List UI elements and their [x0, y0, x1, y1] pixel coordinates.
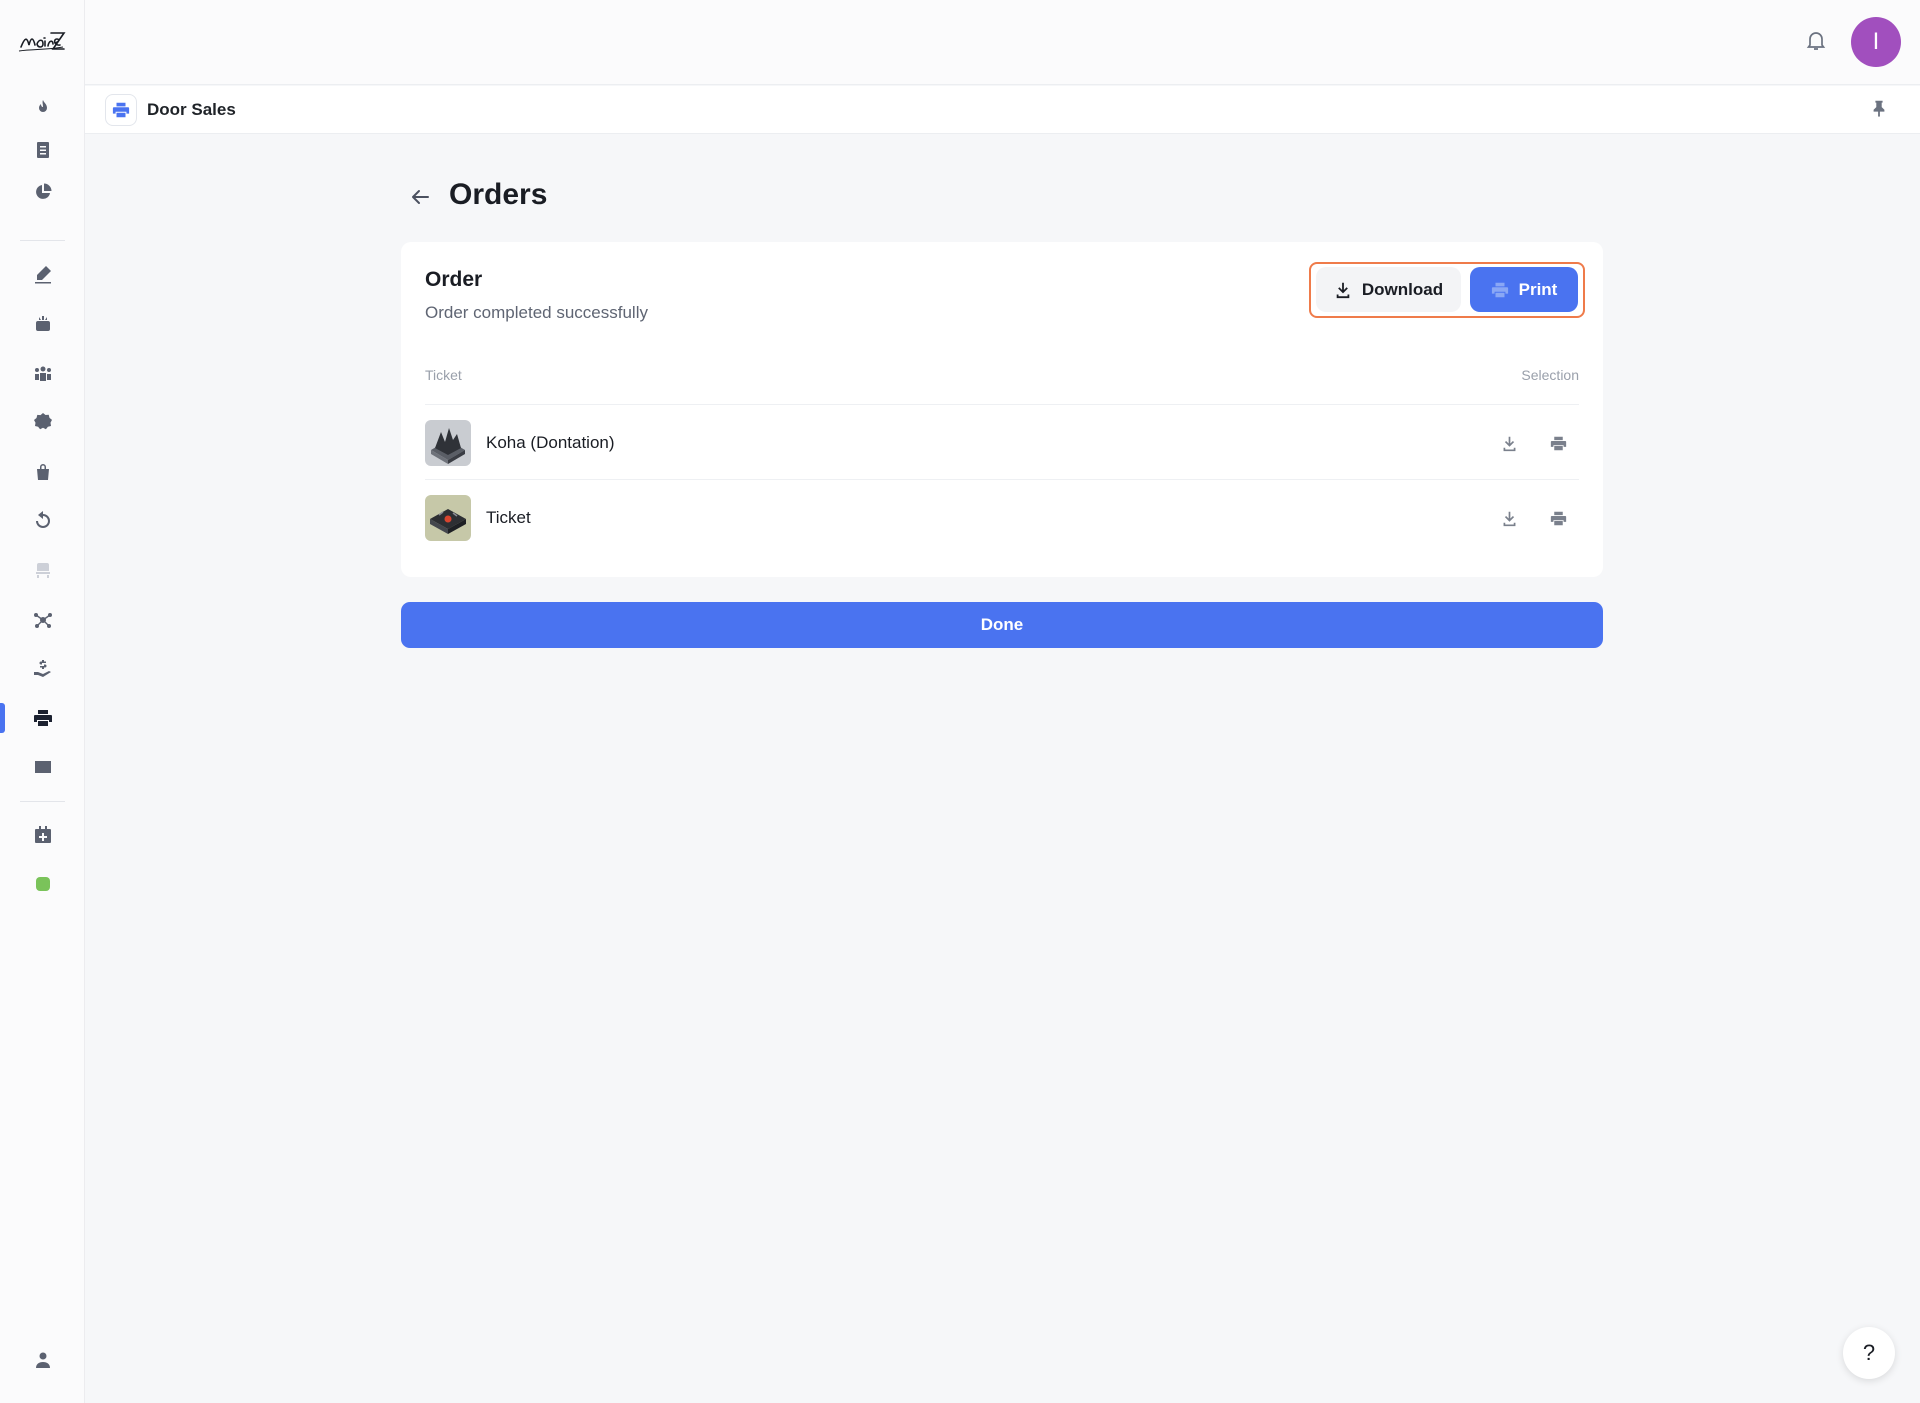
row-divider — [425, 479, 1579, 480]
back-button[interactable] — [405, 182, 435, 212]
pin-button[interactable] — [1870, 99, 1892, 121]
row-divider — [425, 404, 1579, 405]
refund-icon — [35, 511, 50, 528]
fire-icon — [38, 100, 47, 112]
sidebar-status-indicator — [0, 862, 85, 906]
order-actions: Download Print — [1309, 262, 1585, 318]
sidebar-item-payouts[interactable] — [0, 647, 85, 691]
column-header-ticket: Ticket — [425, 367, 462, 383]
ticket-download-button[interactable] — [1497, 506, 1521, 530]
sidebar-item-edit[interactable] — [0, 252, 85, 296]
pie-chart-icon — [35, 183, 51, 199]
network-icon — [33, 613, 52, 628]
sidebar-item-attendees[interactable] — [0, 352, 85, 396]
bell-icon — [1806, 32, 1826, 50]
ticket-thumbnail — [425, 420, 471, 466]
ticket-print-button[interactable] — [1546, 506, 1570, 530]
calendar-add-icon — [34, 826, 51, 843]
download-button[interactable]: Download — [1316, 267, 1461, 312]
ticket-print-button[interactable] — [1546, 431, 1570, 455]
download-icon — [1503, 436, 1515, 451]
printer-icon — [1550, 511, 1566, 525]
page-subheader: Door Sales — [85, 86, 1920, 134]
sidebar-item-door-sales[interactable] — [0, 696, 85, 740]
robot-icon — [35, 316, 50, 331]
sidebar-item-integrations[interactable] — [0, 598, 85, 642]
print-label: Print — [1518, 279, 1558, 299]
printer-icon — [1550, 436, 1566, 450]
help-button[interactable]: ? — [1843, 1327, 1895, 1379]
page-title: Orders — [449, 178, 548, 211]
edit-pencil-icon — [34, 266, 51, 284]
ticket-name: Koha (Dontation) — [486, 433, 615, 452]
printer-icon — [112, 102, 130, 118]
sidebar-item-messages[interactable] — [0, 745, 85, 789]
sidebar-item-discounts[interactable] — [0, 400, 85, 444]
shopping-bag-icon — [36, 464, 49, 480]
sidebar-item-shop[interactable] — [0, 450, 85, 494]
order-card: Order Order completed successfully Downl… — [401, 242, 1603, 577]
ticket-download-button[interactable] — [1497, 431, 1521, 455]
table-row: Koha (Dontation) — [425, 412, 1579, 472]
sidebar — [0, 0, 85, 1403]
door-sales-badge — [105, 94, 137, 126]
user-icon — [35, 1352, 50, 1368]
sidebar-item-account[interactable] — [0, 1338, 85, 1382]
done-button[interactable]: Done — [401, 602, 1603, 648]
order-title: Order — [425, 268, 483, 291]
ticket-thumbnail — [425, 495, 471, 541]
sidebar-item-seating[interactable] — [0, 548, 85, 592]
ticket-name: Ticket — [486, 508, 531, 527]
avatar[interactable]: I — [1851, 17, 1901, 67]
download-label: Download — [1361, 279, 1444, 299]
group-icon — [34, 366, 51, 381]
sidebar-item-reports[interactable] — [0, 128, 85, 172]
print-button[interactable]: Print — [1470, 267, 1578, 312]
column-header-selection: Selection — [1521, 367, 1579, 383]
sidebar-item-new-event[interactable] — [0, 813, 85, 857]
top-header: I — [85, 0, 1920, 85]
sidebar-item-dashboard[interactable] — [0, 86, 85, 130]
status-dot-icon — [35, 877, 50, 891]
sidebar-item-refunds[interactable] — [0, 499, 85, 543]
mail-icon — [34, 761, 51, 773]
sidebar-divider — [20, 240, 65, 241]
download-icon — [1503, 511, 1515, 526]
seat-icon — [35, 563, 50, 578]
document-icon — [36, 142, 49, 158]
notifications-button[interactable] — [1804, 28, 1830, 54]
pin-icon — [1873, 100, 1885, 117]
printer-icon — [1491, 282, 1508, 297]
arrow-left-icon — [412, 190, 429, 204]
sidebar-item-analytics[interactable] — [0, 170, 85, 214]
printer-icon — [33, 710, 52, 726]
table-row: Ticket — [425, 487, 1579, 547]
order-status-text: Order completed successfully — [425, 303, 648, 322]
discount-badge-icon — [33, 413, 52, 430]
noisez-logo-icon — [18, 32, 66, 52]
sidebar-divider — [20, 801, 65, 802]
sidebar-item-bot[interactable] — [0, 302, 85, 346]
section-title: Door Sales — [147, 100, 236, 119]
payout-hand-icon — [33, 660, 51, 677]
brand-logo[interactable] — [14, 24, 70, 60]
download-icon — [1336, 282, 1350, 298]
